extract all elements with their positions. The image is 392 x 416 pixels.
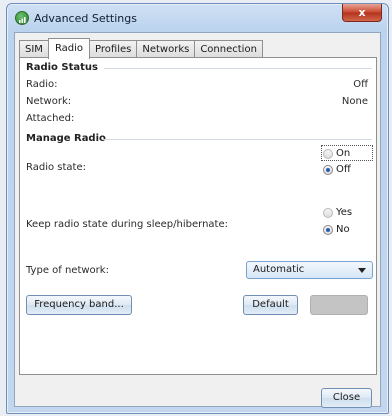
tab-profiles[interactable]: Profiles (89, 40, 138, 58)
close-icon[interactable]: x (342, 4, 382, 22)
dialog-client: SIM Radio Profiles Networks Connection R… (14, 32, 381, 408)
radio-button[interactable] (323, 148, 333, 159)
chevron-down-icon (358, 268, 366, 273)
radio-state-on[interactable]: On (323, 148, 350, 159)
frequency-band-button[interactable]: Frequency band... (26, 295, 132, 315)
window-title: Advanced Settings (34, 12, 137, 25)
tab-strip: SIM Radio Profiles Networks Connection (19, 38, 263, 59)
network-value: None (341, 96, 368, 107)
title-bar[interactable]: Advanced Settings x (7, 4, 388, 32)
tab-networks[interactable]: Networks (136, 40, 196, 58)
keep-state-yes[interactable]: Yes (323, 207, 352, 218)
manage-radio-heading: Manage Radio (26, 133, 106, 144)
advanced-settings-window: Advanced Settings x SIM Radio Profiles N… (6, 3, 389, 414)
network-label: Network: (26, 96, 72, 107)
divider (102, 139, 372, 140)
radio-status-heading: Radio Status (26, 62, 98, 73)
radio-value: Off (353, 79, 368, 90)
tab-radio[interactable]: Radio (47, 38, 91, 59)
tab-sim[interactable]: SIM (19, 40, 49, 58)
keep-no-label: No (336, 224, 350, 235)
default-button[interactable]: Default (243, 295, 298, 315)
network-type-label: Type of network: (26, 265, 109, 276)
radio-on-label: On (336, 148, 351, 159)
keep-state-no[interactable]: No (323, 224, 350, 235)
apply-button (310, 295, 368, 315)
radio-off-label: Off (336, 164, 351, 175)
signal-bars-icon (15, 11, 29, 25)
close-button[interactable]: Close (321, 388, 372, 408)
network-type-value: Automatic (253, 264, 305, 275)
radio-state-label: Radio state: (26, 162, 86, 173)
keep-yes-label: Yes (336, 207, 353, 218)
radio-label: Radio: (26, 79, 58, 90)
tab-connection[interactable]: Connection (194, 40, 263, 58)
radio-button[interactable] (323, 164, 333, 175)
network-type-select[interactable]: Automatic (246, 261, 373, 279)
divider (104, 68, 372, 69)
keep-state-label: Keep radio state during sleep/hibernate: (26, 219, 228, 230)
radio-button[interactable] (323, 207, 333, 218)
radio-button[interactable] (323, 224, 333, 235)
radio-state-off[interactable]: Off (323, 164, 351, 175)
radio-tab-panel: Radio Status Radio: Off Network: None At… (19, 57, 377, 375)
attached-label: Attached: (26, 113, 75, 124)
